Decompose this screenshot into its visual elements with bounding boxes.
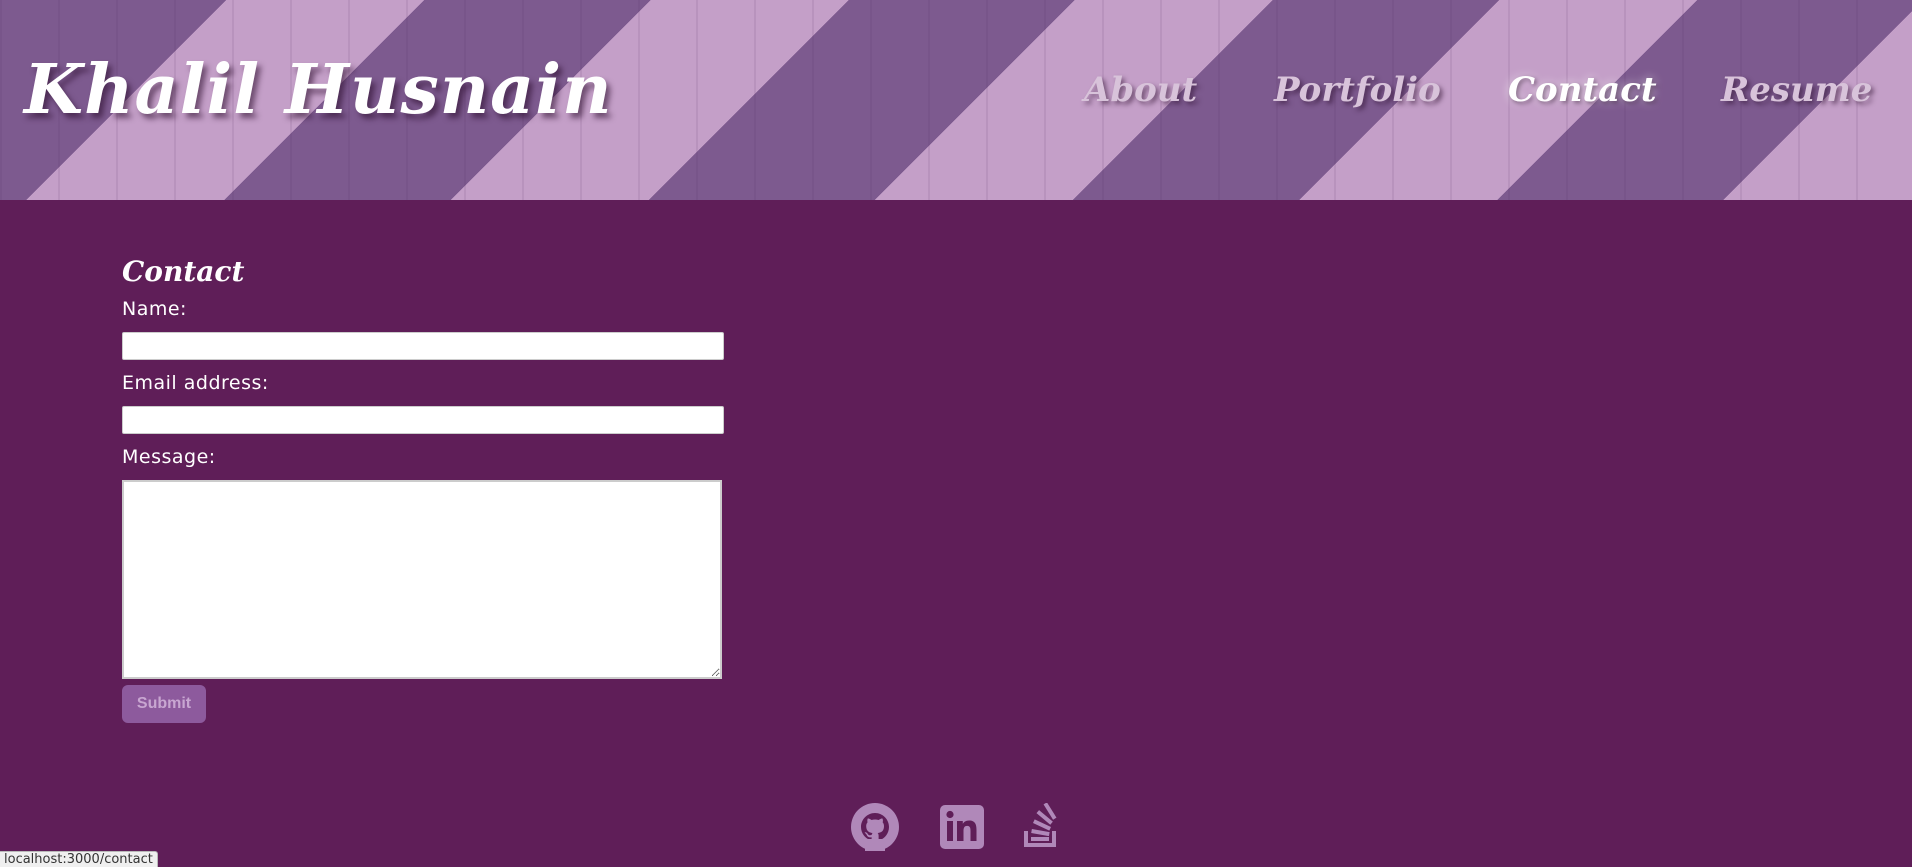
submit-button[interactable]: Submit <box>122 685 206 723</box>
contact-page: Khalil Husnain About Portfolio Contact R… <box>0 0 1912 867</box>
contact-form: Name: Email address: Message: Submit <box>122 298 724 723</box>
name-input[interactable] <box>122 332 724 360</box>
email-label: Email address: <box>122 372 269 394</box>
linkedin-icon[interactable] <box>938 803 986 851</box>
contact-section: Contact Name: Email address: Message: Su… <box>122 255 724 723</box>
email-input[interactable] <box>122 406 724 434</box>
message-textarea[interactable] <box>122 480 722 679</box>
main-nav: About Portfolio Contact Resume <box>0 70 1912 130</box>
nav-link-portfolio[interactable]: Portfolio <box>1274 70 1441 110</box>
nav-link-contact[interactable]: Contact <box>1508 70 1657 110</box>
status-bar-url: localhost:3000/contact <box>0 851 158 867</box>
site-header: Khalil Husnain About Portfolio Contact R… <box>0 0 1912 200</box>
nav-link-about[interactable]: About <box>1084 70 1197 110</box>
github-icon[interactable] <box>851 803 899 851</box>
message-label: Message: <box>122 446 216 468</box>
contact-heading: Contact <box>122 255 245 288</box>
name-label: Name: <box>122 298 187 320</box>
social-footer <box>0 800 1912 856</box>
stackoverflow-icon[interactable] <box>1018 803 1066 851</box>
nav-link-resume[interactable]: Resume <box>1721 70 1872 110</box>
